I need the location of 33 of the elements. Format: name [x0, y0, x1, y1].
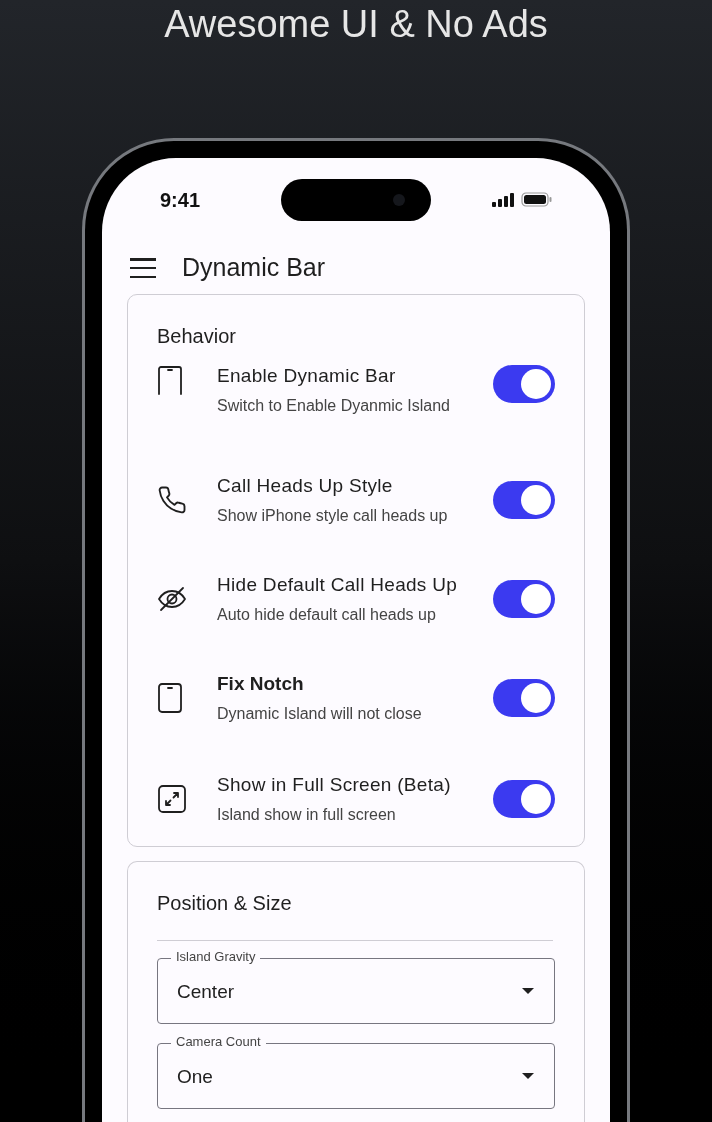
- setting-title: Call Heads Up Style: [217, 474, 394, 497]
- section-title: Position & Size: [157, 891, 293, 916]
- phone-call-icon: [157, 484, 187, 515]
- toggle-switch[interactable]: [493, 480, 555, 519]
- eye-slash-icon: [157, 585, 187, 612]
- field-value: Center: [177, 979, 235, 1004]
- signal-icon: [492, 192, 514, 207]
- setting-description: Show iPhone style call heads up: [217, 506, 449, 525]
- status-time: 9:41: [160, 187, 202, 213]
- toggle-switch[interactable]: [493, 678, 555, 717]
- setting-title: Hide Default Call Heads Up: [217, 573, 459, 596]
- section-title: Behavior: [157, 324, 237, 349]
- setting-description: Island show in full screen: [217, 805, 397, 824]
- menu-button[interactable]: [130, 258, 156, 278]
- setting-title: Fix Notch: [217, 672, 305, 695]
- dropdown-caret-icon: [522, 988, 534, 994]
- app-title: Dynamic Bar: [182, 252, 326, 284]
- toggle-switch[interactable]: [493, 779, 555, 818]
- toggle-switch[interactable]: [493, 579, 555, 618]
- setting-description: Switch to Enable Dyanmic Island: [217, 397, 451, 415]
- setting-title: Enable Dynamic Bar: [217, 365, 397, 387]
- setting-title: Show in Full Screen (Beta): [217, 773, 452, 796]
- expand-icon: [157, 783, 187, 814]
- setting-description: Dynamic Island will not close: [217, 704, 423, 723]
- phone-outline-icon: [157, 681, 183, 714]
- toggle-switch[interactable]: [493, 365, 555, 403]
- field-value: One: [177, 1064, 213, 1089]
- dropdown-caret-icon: [522, 1073, 534, 1079]
- headline: Awesome UI & No Ads: [164, 2, 548, 46]
- phone-outline-icon: [157, 365, 183, 395]
- battery-icon: [521, 192, 552, 207]
- field-label: Island Gravity: [171, 949, 261, 965]
- setting-description: Auto hide default call heads up: [217, 605, 437, 624]
